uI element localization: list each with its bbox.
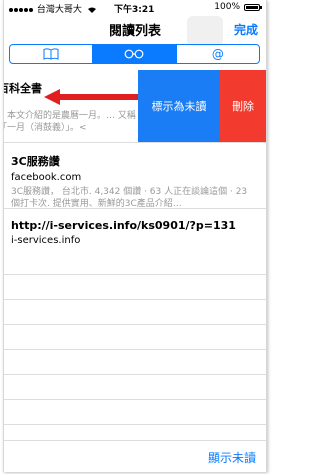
at-icon: @ (211, 47, 224, 61)
tab-reading-list[interactable] (93, 45, 177, 63)
carrier-name: 台灣大哥大 (36, 5, 82, 15)
signal-dot-icon (19, 7, 23, 12)
reading-list: 百科全書 。本文介紹的是農曆一月。… 又稱「一月（消鼓義）」。< 標示為未讀 刪… (4, 70, 266, 425)
item-description: 3C服務讚， 台北市. 4,342 個讚 · 63 人正在談論這個 · 23 個… (11, 187, 248, 209)
show-unread-button[interactable]: 顯示未讀 (208, 449, 256, 466)
carrier-info: 台灣大哥大 (9, 2, 96, 15)
page-title: 閱讀列表 (108, 24, 161, 39)
signal-dot-icon (9, 7, 13, 12)
item-domain: facebook.com (11, 172, 82, 183)
mark-unread-button[interactable]: 標示為未讀 (138, 70, 220, 142)
item-description: 。本文介紹的是農曆一月。… 又稱「一月（消鼓義）」。< (4, 111, 136, 133)
battery-percent: 100% (214, 2, 240, 12)
battery-icon (244, 4, 262, 11)
empty-row (4, 400, 266, 425)
item-title: 3C服務讚 (11, 155, 60, 168)
empty-row (4, 325, 266, 350)
safari-reading-list-screen: 台灣大哥大 下午3:21 100% 閱讀列表 完成 @ 科全書 。本文介紹的是農… (3, 0, 267, 472)
book-icon (43, 48, 59, 60)
wifi-icon (87, 7, 96, 13)
status-bar: 台灣大哥大 下午3:21 100% (4, 0, 266, 16)
navigation-bar: 閱讀列表 完成 (4, 16, 266, 46)
empty-row (4, 300, 266, 325)
list-item[interactable]: http://i-services.info/ks0901/?p=131 i-s… (4, 209, 266, 275)
item-title: http://i-services.info/ks0901/?p=131 (11, 219, 236, 232)
item-domain: i-services.info (11, 235, 81, 246)
signal-dot-icon (29, 7, 33, 12)
empty-row (4, 350, 266, 375)
delete-button[interactable]: 刪除 (220, 70, 266, 142)
bookmarks-segmented-control: @ (9, 44, 260, 64)
tab-bookmarks[interactable] (10, 45, 94, 63)
empty-row (4, 275, 266, 300)
signal-dot-icon (14, 7, 18, 12)
status-time: 下午3:21 (114, 5, 155, 15)
list-item[interactable]: 百科全書 。本文介紹的是農曆一月。… 又稱「一月（消鼓義）」。< 標示為未讀 刪… (4, 70, 266, 143)
done-button[interactable]: 完成 (234, 21, 258, 38)
empty-row (4, 375, 266, 400)
glasses-icon (125, 49, 144, 59)
bottom-toolbar: 顯示未讀 (4, 440, 266, 472)
signal-dot-icon (24, 7, 28, 12)
list-item[interactable]: 3C服務讚 facebook.com 3C服務讚， 台北市. 4,342 個讚 … (4, 143, 266, 209)
tab-shared-links[interactable]: @ (177, 45, 259, 63)
